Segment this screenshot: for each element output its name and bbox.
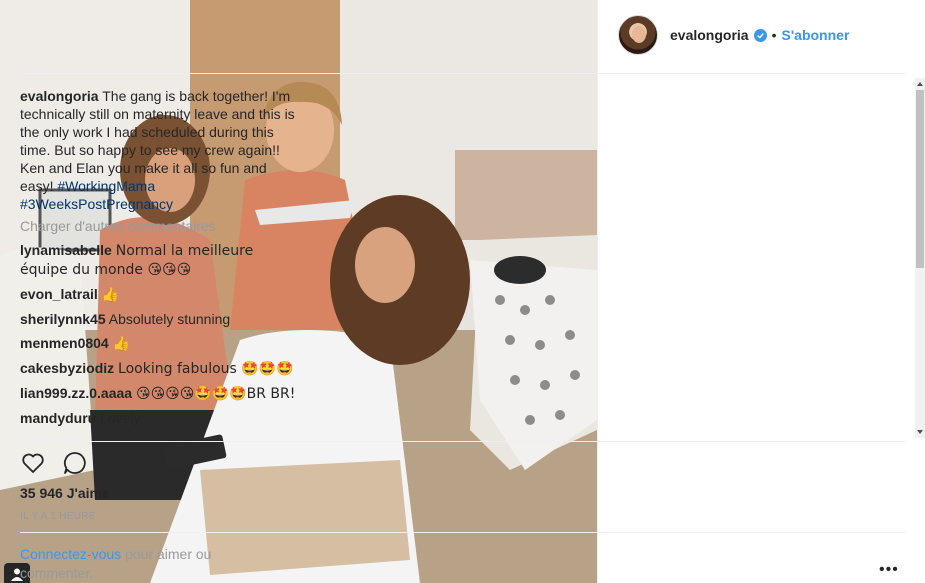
separator-dot: • (771, 27, 777, 43)
comment-item: sherilynnk45 Absolutely stunning (20, 310, 296, 328)
comment-username[interactable]: menmen0804 (20, 335, 109, 351)
load-more-comments-button[interactable]: Charger d'autres commentaires (20, 217, 296, 235)
comment-item: evon_latrail 👍 (20, 285, 296, 304)
divider (20, 73, 905, 74)
login-link[interactable]: Connectez-vous (20, 546, 121, 562)
comment-username[interactable]: sherilynnk45 (20, 311, 106, 327)
comments-list[interactable]: evalongoria The gang is back together! I… (20, 87, 296, 441)
post-timestamp[interactable]: IL Y A 1 HEURE (20, 511, 96, 522)
comment-text: Looking fabulous 🤩🤩🤩 (118, 361, 294, 377)
caption: evalongoria The gang is back together! I… (20, 87, 296, 213)
comment-text: Absolutely stunning (108, 311, 231, 327)
likes-count[interactable]: 35 946 J'aime (20, 485, 110, 501)
comment-text: 👍 (101, 287, 120, 303)
heart-icon[interactable] (20, 450, 46, 476)
scroll-up-arrow-icon[interactable] (917, 82, 923, 86)
divider (20, 532, 905, 533)
avatar[interactable] (618, 15, 658, 55)
post-side-panel: evalongoria • S'abonner (597, 0, 925, 583)
comment-text: 😘😘😘😘🤩🤩🤩BR BR! (135, 386, 296, 402)
comment-item: lynamisabelle Normal la meilleure équipe… (20, 241, 296, 279)
hashtag-link[interactable]: #WorkingMama (57, 178, 155, 194)
scroll-down-arrow-icon[interactable] (917, 430, 923, 434)
comment-username[interactable]: cakesbyziodiz (20, 360, 114, 376)
comment-item: lian999.zz.0.aaaa 😘😘😘😘🤩🤩🤩BR BR! (20, 384, 296, 403)
comment-username[interactable]: lynamisabelle (20, 242, 112, 258)
login-prompt: Connectez-vous pour aimer ou commenter. (20, 545, 240, 583)
post-actions (20, 450, 88, 476)
hashtag-link[interactable]: #3WeeksPostPregnancy (20, 196, 173, 212)
comment-text: 👍 (112, 336, 131, 352)
header-username[interactable]: evalongoria (670, 27, 749, 43)
caption-username[interactable]: evalongoria (20, 88, 99, 104)
more-options-button[interactable]: ••• (879, 561, 899, 579)
comment-text: Lovely (100, 410, 141, 426)
comment-item: cakesbyziodiz Looking fabulous 🤩🤩🤩 (20, 359, 296, 378)
comment-item: menmen0804 👍 (20, 334, 296, 353)
comment-username[interactable]: mandyduru (20, 410, 96, 426)
comment-username[interactable]: lian999.zz.0.aaaa (20, 385, 132, 401)
follow-button[interactable]: S'abonner (782, 27, 850, 43)
comment-bubble-icon[interactable] (62, 450, 88, 476)
post-header: evalongoria • S'abonner (618, 13, 849, 57)
comment-item: mandyduru Lovely (20, 409, 296, 427)
scrollbar-thumb[interactable] (916, 90, 924, 268)
comment-username[interactable]: evon_latrail (20, 286, 98, 302)
verified-badge-icon (753, 28, 767, 42)
comments-scrollbar[interactable] (915, 78, 925, 438)
divider (20, 441, 905, 442)
